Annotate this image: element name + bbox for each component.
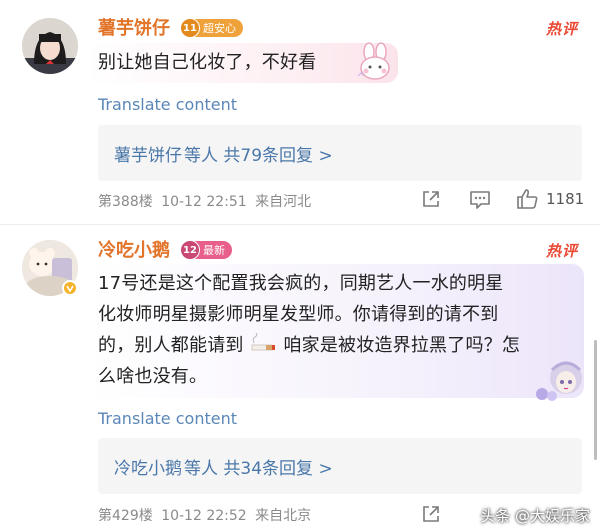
reply-count-text: 等人 共79条回复 > <box>184 146 333 166</box>
comment-meta: 第388楼 10-12 22:51 来自河北 <box>98 191 311 211</box>
comment-line: 咱家是被妆造界拉黑了吗？怎 <box>283 335 521 356</box>
user-level-badge: 11 超安心 <box>180 18 243 38</box>
reply-user-name[interactable]: 冷吃小鹅 <box>114 459 182 479</box>
floor-number: 第388楼 <box>98 194 153 210</box>
reply-user-name[interactable]: 薯芋饼仔 <box>114 146 182 166</box>
watermark-text: 头条 @大娱乐家 <box>480 507 590 525</box>
thumbs-up-icon <box>517 189 538 209</box>
anime-sticker-icon <box>536 361 582 401</box>
comment-time: 10-12 22:51 <box>161 194 247 210</box>
cigarette-emoji-icon <box>251 332 275 351</box>
bunny-sticker-icon <box>357 42 390 80</box>
comment-line: 化妆师明星摄影师明星发型师。你请得到的请不到 <box>98 304 499 325</box>
share-icon <box>423 506 439 522</box>
level-number: 12 <box>180 240 200 260</box>
comment-time: 10-12 22:52 <box>161 508 247 524</box>
share-button[interactable] <box>420 503 442 525</box>
comment-bubble-icon <box>470 191 490 209</box>
badge-label: 最新 <box>203 244 225 257</box>
comment-location: 来自北京 <box>255 508 312 524</box>
verified-badge-icon <box>62 280 78 296</box>
hot-comment-tag: 热评 <box>546 242 579 260</box>
share-button[interactable] <box>420 188 442 210</box>
like-count: 1181 <box>546 190 585 208</box>
comment-location: 来自河北 <box>255 194 312 210</box>
comment-divider <box>0 224 600 225</box>
comment-username[interactable]: 薯芋饼仔 <box>98 14 170 40</box>
comment-line: 17号还是这个配置我会疯的，同期艺人一水的明星 <box>98 273 504 294</box>
comment-text: 别让她自己化妆了，不好看 <box>98 52 317 73</box>
comment-button[interactable] <box>468 188 492 210</box>
translate-link[interactable]: Translate content <box>98 95 237 114</box>
comment-line: 的，别人都能请到 <box>98 335 244 356</box>
comment-line: 么啥也没有。 <box>98 366 208 387</box>
reply-summary-box[interactable]: 冷吃小鹅 等人 共34条回复 > <box>98 438 582 494</box>
comment-meta: 第429楼 10-12 22:52 来自北京 <box>98 505 311 525</box>
floor-number: 第429楼 <box>98 508 153 524</box>
like-button[interactable]: 1181 <box>516 188 584 210</box>
avatar[interactable] <box>22 18 78 74</box>
reply-summary-box[interactable]: 薯芋饼仔 等人 共79条回复 > <box>98 125 582 181</box>
user-level-badge: 12 最新 <box>180 240 232 260</box>
reply-summary: 冷吃小鹅 等人 共34条回复 > <box>114 454 333 479</box>
scrollbar-thumb[interactable] <box>594 340 597 460</box>
level-number: 11 <box>180 18 200 38</box>
badge-label: 超安心 <box>203 22 236 35</box>
comment-line-wrap: 的，别人都能请到 咱家是被妆造界拉黑了吗？怎 <box>98 330 578 361</box>
avatar-girl-icon <box>22 18 78 74</box>
comment-text: 17号还是这个配置我会疯的，同期艺人一水的明星 化妆师明星摄影师明星发型师。你请… <box>98 268 578 392</box>
comment-username[interactable]: 冷吃小鹅 <box>98 236 170 262</box>
translate-link[interactable]: Translate content <box>98 409 237 428</box>
reply-count-text: 等人 共34条回复 > <box>184 459 333 479</box>
share-icon <box>423 191 439 207</box>
hot-comment-tag: 热评 <box>546 20 579 38</box>
reply-summary: 薯芋饼仔 等人 共79条回复 > <box>114 141 333 166</box>
